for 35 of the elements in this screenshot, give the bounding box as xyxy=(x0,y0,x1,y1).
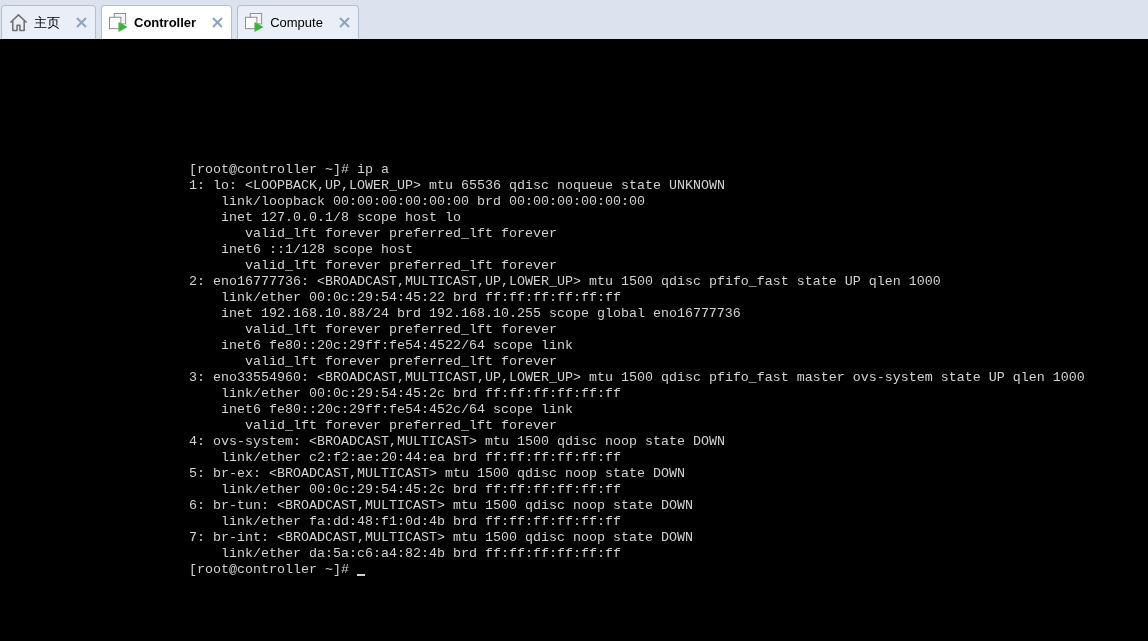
terminal-line: valid_lft forever preferred_lft forever xyxy=(244,226,557,242)
terminal-line: valid_lft forever preferred_lft forever xyxy=(244,322,557,338)
terminal-line: link/ether 00:0c:29:54:45:2c brd ff:ff:ff:ff:ff:ff xyxy=(221,386,621,402)
terminal-line: valid_lft forever preferred_lft forever xyxy=(244,354,557,370)
close-icon[interactable] xyxy=(76,17,87,28)
house-icon xyxy=(9,13,28,32)
terminal-line: [root@controller ~]# ip a xyxy=(189,162,389,178)
tab[interactable]: 主页 xyxy=(1,5,96,39)
terminal-line: 1: lo: <LOOPBACK,UP,LOWER_UP> mtu 65536 qdisc noqueue state UNKNOWN xyxy=(189,178,725,194)
tab[interactable]: Compute xyxy=(237,5,359,39)
terminal-line: 2: eno16777736: <BROADCAST,MULTICAST,UP,LOWER_UP> mtu 1500 qdisc pfifo_fast state UP qlen 1000 xyxy=(189,274,941,290)
tab[interactable]: Controller xyxy=(101,5,233,39)
terminal-line: link/ether 00:0c:29:54:45:2c brd ff:ff:ff:ff:ff:ff xyxy=(221,482,621,498)
terminal-line: link/ether c2:f2:ae:20:44:ea brd ff:ff:ff:ff:ff:ff xyxy=(221,450,621,466)
terminal-line: inet6 fe80::20c:29ff:fe54:452c/64 scope link xyxy=(221,402,573,418)
terminal-line: inet6 fe80::20c:29ff:fe54:4522/64 scope link xyxy=(221,338,573,354)
close-icon[interactable] xyxy=(212,17,224,28)
terminal-line: 3: eno33554960: <BROADCAST,MULTICAST,UP,LOWER_UP> mtu 1500 qdisc pfifo_fast master ovs-system state UP qlen 1000 xyxy=(189,370,1085,386)
terminal-line: link/ether da:5a:c6:a4:82:4b brd ff:ff:ff:ff:ff:ff xyxy=(221,546,621,562)
terminal-line: [root@controller ~]# xyxy=(189,562,349,578)
terminal-line: inet 127.0.0.1/8 scope host lo xyxy=(221,210,461,226)
terminal-line: valid_lft forever preferred_lft forever xyxy=(244,418,557,434)
terminal-line: 5: br-ex: <BROADCAST,MULTICAST> mtu 1500 qdisc noop state DOWN xyxy=(189,466,685,482)
close-icon[interactable] xyxy=(338,17,350,28)
terminal-line: link/ether 00:0c:29:54:45:22 brd ff:ff:ff:ff:ff:ff xyxy=(221,290,621,306)
terminal-line: 4: ovs-system: <BROADCAST,MULTICAST> mtu 1500 qdisc noop state DOWN xyxy=(189,434,725,450)
terminal-line: link/loopback 00:00:00:00:00:00 brd 00:00:00:00:00:00 xyxy=(221,194,645,210)
terminal-line: 7: br-int: <BROADCAST,MULTICAST> mtu 1500 qdisc noop state DOWN xyxy=(189,530,693,546)
windows-play-icon xyxy=(109,13,128,32)
terminal-line: 6: br-tun: <BROADCAST,MULTICAST> mtu 1500 qdisc noop state DOWN xyxy=(189,498,693,514)
terminal-line: link/ether fa:dd:48:f1:0d:4b brd ff:ff:ff:ff:ff:ff xyxy=(221,514,621,530)
terminal-line: inet 192.168.10.88/24 brd 192.168.10.255 scope global eno16777736 xyxy=(221,306,741,322)
windows-play-icon xyxy=(245,13,265,32)
terminal-line: valid_lft forever preferred_lft forever xyxy=(244,258,557,274)
terminal-line: inet6 ::1/128 scope host xyxy=(221,242,413,258)
